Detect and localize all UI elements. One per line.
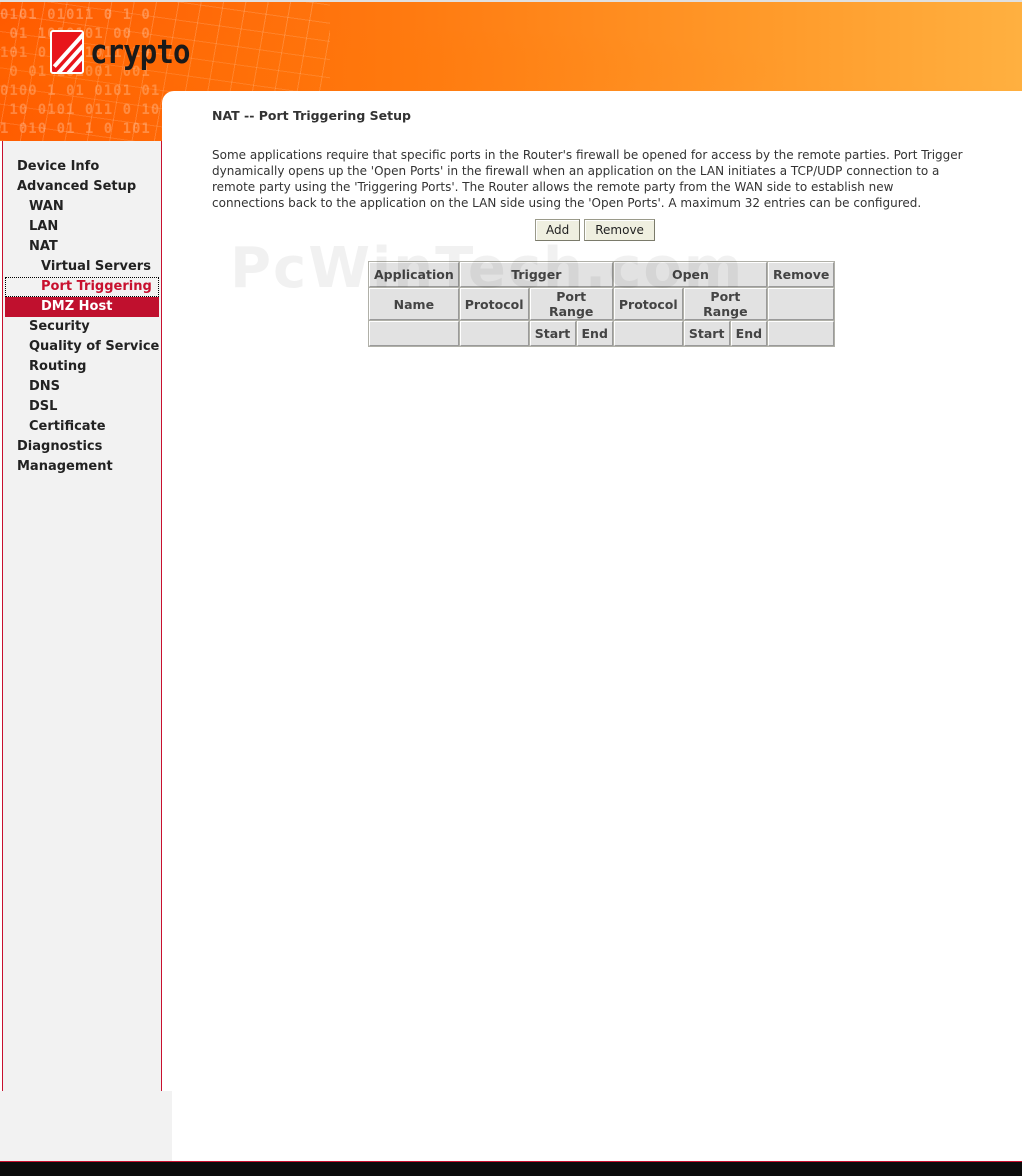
sidebar-item-advanced-setup[interactable]: Advanced Setup xyxy=(3,177,161,197)
sidebar-item-management[interactable]: Management xyxy=(3,457,161,477)
table-header-row-2: Name Protocol Port Range Protocol Port R… xyxy=(369,288,835,320)
action-buttons: Add Remove xyxy=(535,219,655,241)
col-trigger-protocol: Protocol xyxy=(459,288,529,320)
sidebar-item-nat[interactable]: NAT xyxy=(3,237,161,257)
table-header-row-3: Start End Start End xyxy=(369,321,835,346)
col-application-name: Name xyxy=(369,288,459,320)
col-trigger-start: Start xyxy=(529,321,576,346)
col-remove: Remove xyxy=(768,262,835,287)
col-open-protocol-blank xyxy=(613,321,683,346)
page-title: NAT -- Port Triggering Setup xyxy=(212,108,411,123)
port-triggering-table: Application Trigger Open Remove Name Pro… xyxy=(368,261,836,347)
sidebar-item-dmz-host[interactable]: DMZ Host xyxy=(5,297,159,317)
table-header-row-1: Application Trigger Open Remove xyxy=(369,262,835,287)
col-application: Application xyxy=(369,262,459,287)
col-open: Open xyxy=(613,262,768,287)
logo-text: crypto xyxy=(90,32,191,71)
col-open-start: Start xyxy=(683,321,730,346)
col-trigger-protocol-blank xyxy=(459,321,529,346)
add-button[interactable]: Add xyxy=(535,219,581,241)
main-content: NAT -- Port Triggering Setup Some applic… xyxy=(212,108,972,241)
sidebar-bottom-pad xyxy=(0,1091,172,1161)
sidebar: Device Info Advanced Setup WAN LAN NAT V… xyxy=(2,141,162,1091)
crypto-logo-mark-icon xyxy=(50,30,84,74)
sidebar-item-lan[interactable]: LAN xyxy=(3,217,161,237)
page-description: Some applications require that specific … xyxy=(212,148,963,210)
col-remove-blank-2 xyxy=(768,321,835,346)
sidebar-item-diagnostics[interactable]: Diagnostics xyxy=(3,437,161,457)
col-trigger-end: End xyxy=(576,321,613,346)
sidebar-item-dsl[interactable]: DSL xyxy=(3,397,161,417)
col-remove-blank xyxy=(768,288,835,320)
sidebar-item-routing[interactable]: Routing xyxy=(3,357,161,377)
col-application-blank xyxy=(369,321,459,346)
col-trigger: Trigger xyxy=(459,262,613,287)
sidebar-item-device-info[interactable]: Device Info xyxy=(3,157,161,177)
col-open-protocol: Protocol xyxy=(613,288,683,320)
router-config-page: 0101 01011 0 1 0 01 1010101 00 0 101 0 0… xyxy=(0,0,1022,1176)
sidebar-nav: Device Info Advanced Setup WAN LAN NAT V… xyxy=(3,157,161,477)
crypto-logo: crypto xyxy=(50,30,203,74)
col-open-port-range: Port Range xyxy=(683,288,768,320)
sidebar-item-wan[interactable]: WAN xyxy=(3,197,161,217)
sidebar-item-quality-of-service[interactable]: Quality of Service xyxy=(3,337,161,357)
header-top-line xyxy=(0,0,1022,2)
content-panel xyxy=(162,91,1022,1161)
sidebar-item-dns[interactable]: DNS xyxy=(3,377,161,397)
bottom-bar xyxy=(0,1161,1022,1176)
sidebar-item-virtual-servers[interactable]: Virtual Servers xyxy=(3,257,161,277)
remove-button[interactable]: Remove xyxy=(584,219,655,241)
sidebar-item-port-triggering[interactable]: Port Triggering xyxy=(5,277,159,297)
sidebar-item-certificate[interactable]: Certificate xyxy=(3,417,161,437)
sidebar-item-security[interactable]: Security xyxy=(3,317,161,337)
col-trigger-port-range: Port Range xyxy=(529,288,613,320)
col-open-end: End xyxy=(730,321,768,346)
